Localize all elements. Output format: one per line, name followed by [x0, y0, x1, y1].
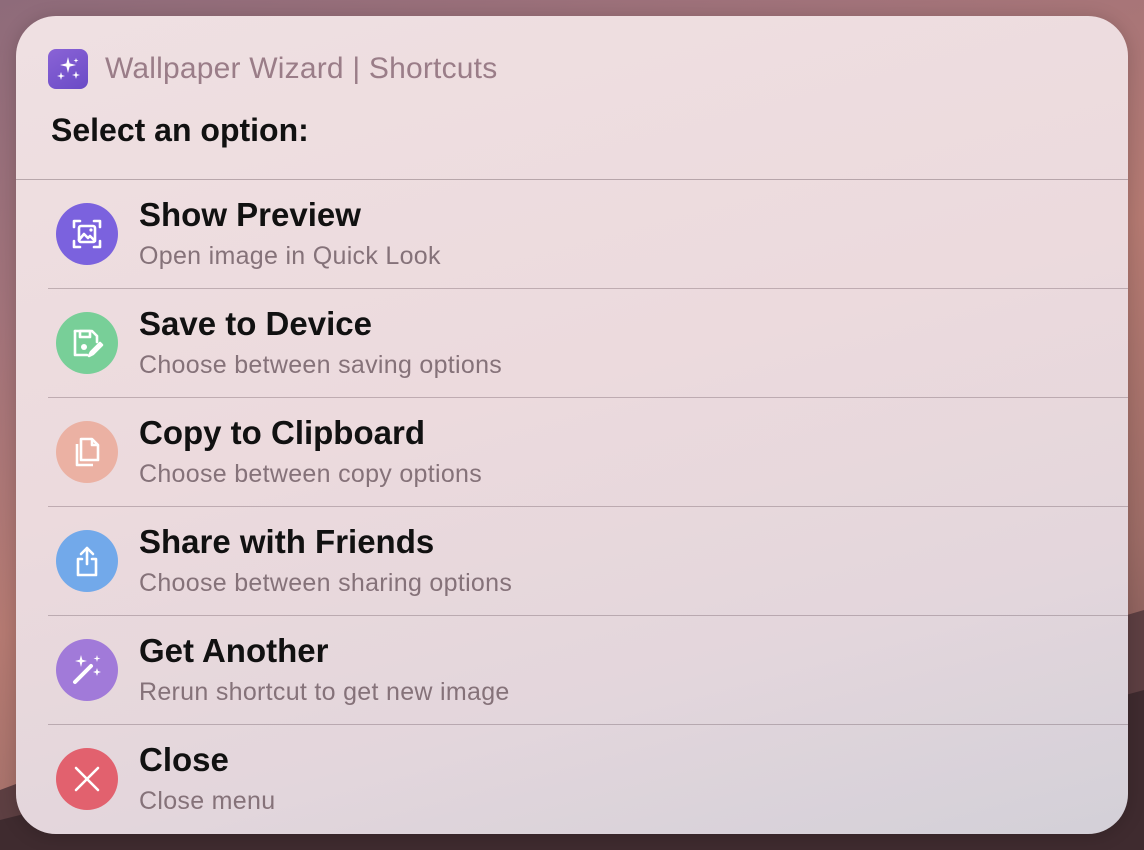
option-title: Save to Device — [139, 305, 372, 342]
option-get-another[interactable]: Get Another Rerun shortcut to get new im… — [16, 616, 1128, 725]
option-share-with-friends[interactable]: Share with Friends Choose between sharin… — [16, 507, 1128, 616]
option-title: Get Another — [139, 632, 329, 669]
option-title: Close — [139, 741, 229, 778]
prompt-heading: Select an option: — [51, 112, 309, 148]
app-title: Wallpaper Wizard | Shortcuts — [105, 52, 498, 85]
option-close[interactable]: Close Close menu — [16, 725, 1128, 834]
option-subtitle: Open image in Quick Look — [139, 242, 441, 270]
option-show-preview[interactable]: Show Preview Open image in Quick Look — [16, 180, 1128, 289]
option-title: Copy to Clipboard — [139, 414, 425, 451]
option-save-to-device[interactable]: Save to Device Choose between saving opt… — [16, 289, 1128, 398]
close-x-icon — [56, 748, 118, 810]
option-subtitle: Close menu — [139, 787, 276, 815]
option-subtitle: Choose between saving options — [139, 351, 503, 379]
option-subtitle: Rerun shortcut to get new image — [139, 678, 510, 706]
save-edit-icon — [56, 312, 118, 374]
action-menu-sheet: Wallpaper Wizard | Shortcuts Select an o… — [16, 16, 1128, 834]
option-copy-to-clipboard[interactable]: Copy to Clipboard Choose between copy op… — [16, 398, 1128, 507]
options-list: Show Preview Open image in Quick Look Sa… — [16, 180, 1128, 834]
option-subtitle: Choose between sharing options — [139, 569, 513, 597]
option-title: Show Preview — [139, 196, 361, 233]
option-title: Share with Friends — [139, 523, 435, 560]
magic-wand-icon — [56, 639, 118, 701]
share-icon — [56, 530, 118, 592]
option-subtitle: Choose between copy options — [139, 460, 483, 488]
image-preview-icon — [56, 203, 118, 265]
copy-documents-icon — [56, 421, 118, 483]
menu-header: Wallpaper Wizard | Shortcuts — [48, 49, 497, 89]
magic-sparkles-icon — [48, 49, 88, 89]
